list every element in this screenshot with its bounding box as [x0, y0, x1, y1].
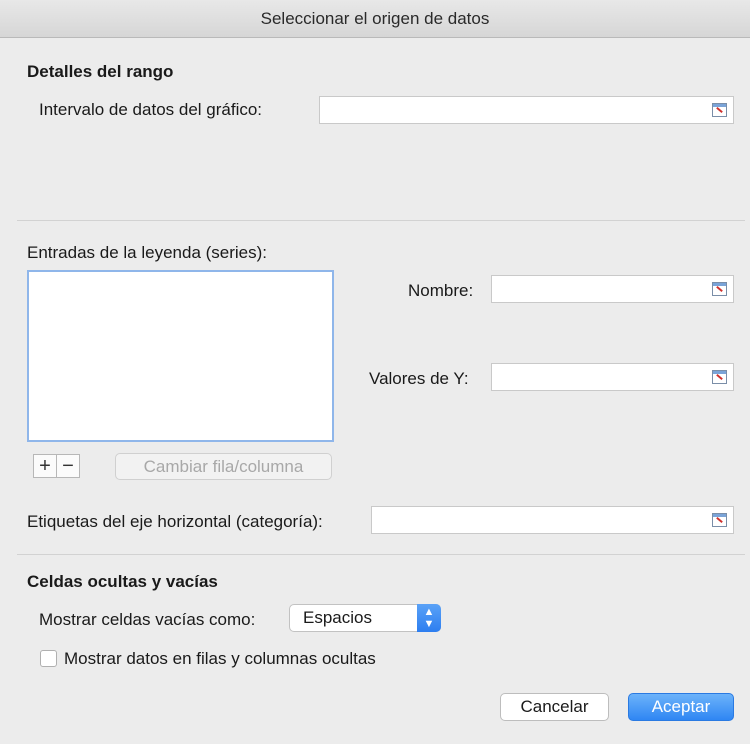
remove-series-button[interactable]: − [56, 454, 80, 478]
ok-button[interactable]: Aceptar [628, 693, 734, 721]
show-hidden-data-checkbox[interactable] [40, 650, 57, 667]
range-picker-icon[interactable] [712, 103, 727, 117]
hidden-empty-cells-heading: Celdas ocultas y vacías [27, 572, 218, 591]
horizontal-axis-label: Etiquetas del eje horizontal (categoría)… [27, 512, 323, 531]
cancel-button[interactable]: Cancelar [500, 693, 609, 721]
add-series-button[interactable]: + [33, 454, 57, 478]
y-values-label: Valores de Y: [369, 369, 469, 388]
range-picker-icon[interactable] [712, 370, 727, 384]
data-range-label: Intervalo de datos del gráfico: [39, 100, 263, 119]
horizontal-axis-field[interactable] [371, 506, 734, 534]
chevron-updown-icon: ▲ ▼ [417, 604, 441, 632]
window-title: Seleccionar el origen de datos [0, 0, 750, 38]
range-details-heading: Detalles del rango [27, 62, 174, 81]
switch-row-column-button[interactable]: Cambiar fila/columna [115, 453, 332, 480]
show-empty-cells-label: Mostrar celdas vacías como: [39, 610, 256, 629]
series-list[interactable] [27, 270, 334, 442]
show-empty-cells-value: Espacios [303, 608, 372, 627]
legend-entries-heading: Entradas de la leyenda (series): [27, 243, 268, 262]
range-picker-icon[interactable] [712, 282, 727, 296]
y-values-field[interactable] [491, 363, 734, 391]
show-empty-cells-select[interactable]: Espacios ▲ ▼ [289, 604, 441, 632]
divider [17, 220, 745, 221]
series-name-label: Nombre: [408, 281, 474, 300]
series-name-field[interactable] [491, 275, 734, 303]
range-picker-icon[interactable] [712, 513, 727, 527]
divider [17, 554, 745, 555]
show-hidden-data-label: Mostrar datos en filas y columnas oculta… [64, 649, 376, 668]
data-range-field[interactable] [319, 96, 734, 124]
